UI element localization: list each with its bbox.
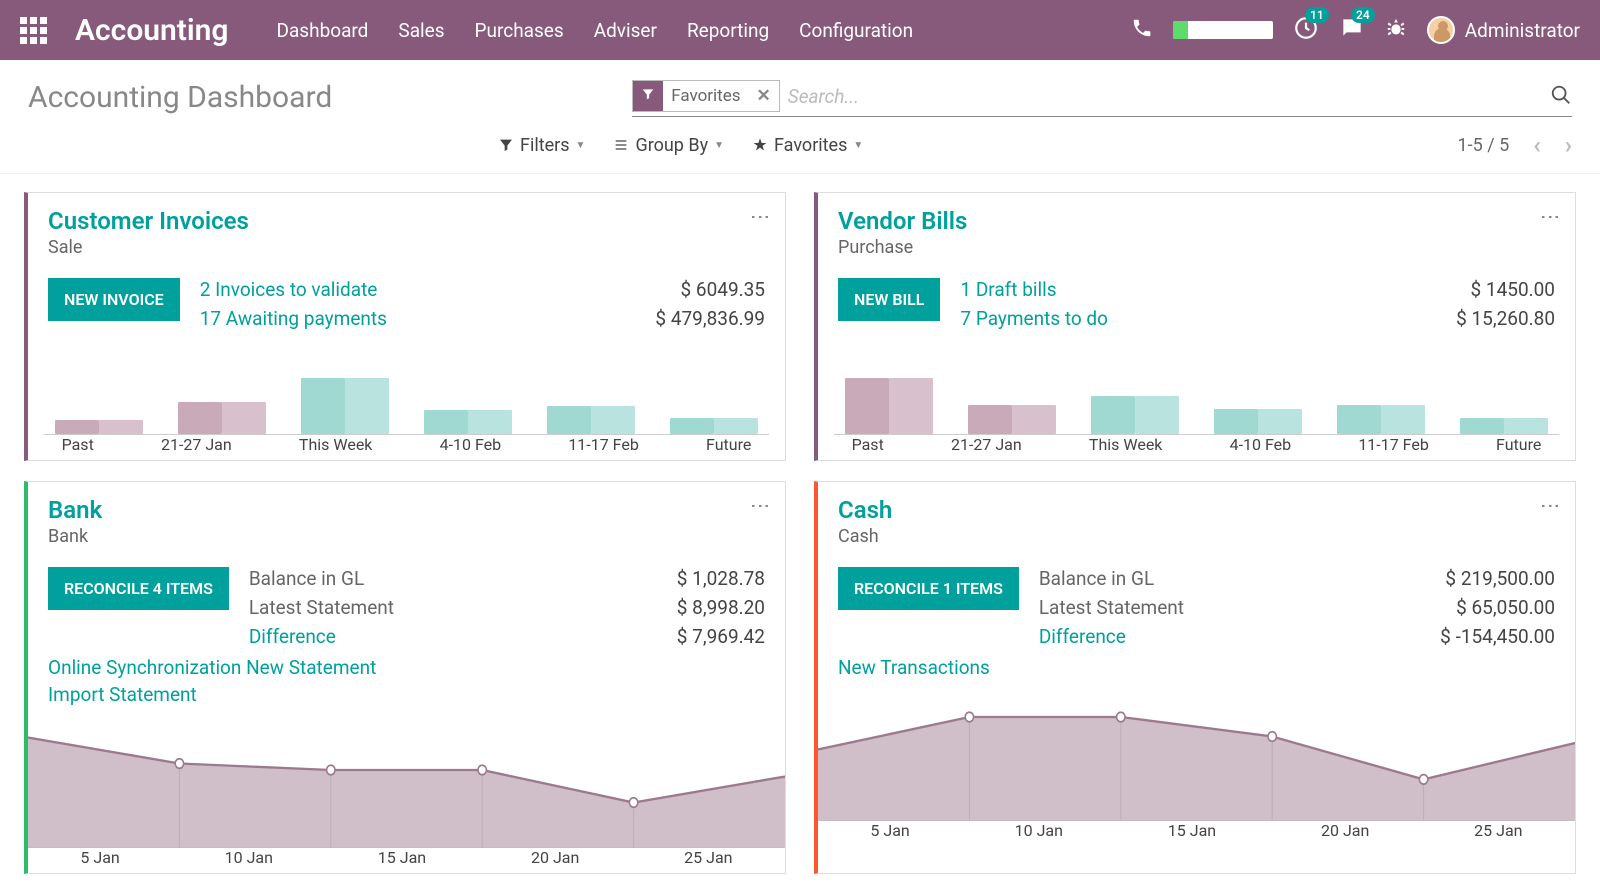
reconcile-bank-button[interactable]: RECONCILE 4 ITEMS [48, 567, 229, 610]
pager-count[interactable]: 1-5 / 5 [1458, 135, 1510, 156]
kebab-icon[interactable]: ⋮ [757, 496, 765, 547]
link-import-statement[interactable]: Import Statement [48, 683, 765, 706]
menu-adviser[interactable]: Adviser [594, 19, 657, 42]
page-title: Accounting Dashboard [28, 80, 332, 115]
stat-link[interactable]: 17 Awaiting payments [200, 307, 387, 330]
new-invoice-button[interactable]: NEW INVOICE [48, 278, 180, 321]
stat-link[interactable]: 1 Draft bills [960, 278, 1056, 301]
facet-label: Favorites [663, 86, 748, 106]
card-subtitle: Bank [48, 526, 102, 547]
stat-value: $ 6049.35 [681, 278, 765, 301]
navbar: Accounting Dashboard Sales Purchases Adv… [0, 0, 1600, 60]
search-icon[interactable] [1550, 84, 1572, 110]
card-vendor-bills: Vendor Bills Purchase ⋮ NEW BILL 1 Draft… [814, 192, 1576, 461]
chat-icon[interactable]: 24 [1339, 15, 1365, 45]
activity-icon[interactable]: 11 [1293, 15, 1319, 45]
facet-remove-icon[interactable]: ✕ [749, 86, 779, 106]
menu-sales[interactable]: Sales [398, 19, 444, 42]
stat-value: $ 1450.00 [1471, 278, 1555, 301]
card-title[interactable]: Bank [48, 496, 102, 524]
stat-value: $ 479,836.99 [655, 307, 765, 330]
card-title[interactable]: Cash [838, 496, 892, 524]
dashboard: Customer Invoices Sale ⋮ NEW INVOICE 2 I… [0, 174, 1600, 892]
cash-area-chart[interactable] [818, 691, 1575, 821]
card-customer-invoices: Customer Invoices Sale ⋮ NEW INVOICE 2 I… [24, 192, 786, 461]
progress-bar[interactable] [1173, 21, 1273, 39]
kebab-icon[interactable]: ⋮ [1547, 496, 1555, 547]
menu-reporting[interactable]: Reporting [687, 19, 769, 42]
pager-next[interactable]: › [1565, 131, 1572, 159]
bills-bar-chart[interactable] [818, 344, 1575, 434]
avatar-icon [1427, 16, 1455, 44]
favorites-button[interactable]: Favorites▼ [752, 135, 863, 156]
user-menu[interactable]: Administrator [1427, 16, 1580, 44]
search-input[interactable] [780, 81, 1572, 112]
card-title[interactable]: Vendor Bills [838, 207, 967, 235]
area-labels: 5 Jan10 Jan15 Jan20 Jan25 Jan [818, 821, 1575, 846]
menu-purchases[interactable]: Purchases [475, 19, 564, 42]
control-panel: Accounting Dashboard Favorites ✕ Fil [0, 60, 1600, 174]
kebab-icon[interactable]: ⋮ [1547, 207, 1555, 258]
pager-prev[interactable]: ‹ [1533, 131, 1541, 159]
card-bank: Bank Bank ⋮ RECONCILE 4 ITEMS Balance in… [24, 481, 786, 874]
phone-icon[interactable] [1131, 17, 1153, 43]
group-by-button[interactable]: Group By▼ [613, 135, 724, 156]
bank-area-chart[interactable] [28, 718, 785, 848]
chat-badge: 24 [1351, 7, 1375, 23]
card-subtitle: Purchase [838, 237, 967, 258]
reconcile-cash-button[interactable]: RECONCILE 1 ITEMS [838, 567, 1019, 610]
filter-icon [633, 81, 663, 111]
card-subtitle: Cash [838, 526, 892, 547]
stat-link[interactable]: 2 Invoices to validate [200, 278, 378, 301]
card-subtitle: Sale [48, 237, 249, 258]
menu-configuration[interactable]: Configuration [799, 19, 913, 42]
link-online-sync[interactable]: Online Synchronization New Statement [48, 656, 765, 679]
link-new-transactions[interactable]: New Transactions [838, 656, 1555, 679]
menu-dashboard[interactable]: Dashboard [277, 19, 369, 42]
area-labels: 5 Jan10 Jan15 Jan20 Jan25 Jan [28, 848, 785, 873]
card-title[interactable]: Customer Invoices [48, 207, 249, 235]
apps-icon[interactable] [20, 17, 47, 44]
stat-link[interactable]: 7 Payments to do [960, 307, 1108, 330]
username: Administrator [1465, 19, 1580, 42]
kebab-icon[interactable]: ⋮ [757, 207, 765, 258]
bar-labels: Past21-27 JanThis Week4-10 Feb11-17 FebF… [818, 435, 1575, 460]
main-menu: Dashboard Sales Purchases Adviser Report… [277, 19, 914, 42]
card-cash: Cash Cash ⋮ RECONCILE 1 ITEMS Balance in… [814, 481, 1576, 874]
filters-button[interactable]: Filters▼ [498, 135, 585, 156]
new-bill-button[interactable]: NEW BILL [838, 278, 940, 321]
brand-title[interactable]: Accounting [75, 13, 229, 48]
bar-labels: Past21-27 JanThis Week4-10 Feb11-17 FebF… [28, 435, 785, 460]
search-facet-favorites[interactable]: Favorites ✕ [632, 80, 780, 112]
invoices-bar-chart[interactable] [28, 344, 785, 434]
activity-badge: 11 [1305, 7, 1329, 23]
debug-icon[interactable] [1385, 17, 1407, 43]
stat-value: $ 15,260.80 [1456, 307, 1555, 330]
